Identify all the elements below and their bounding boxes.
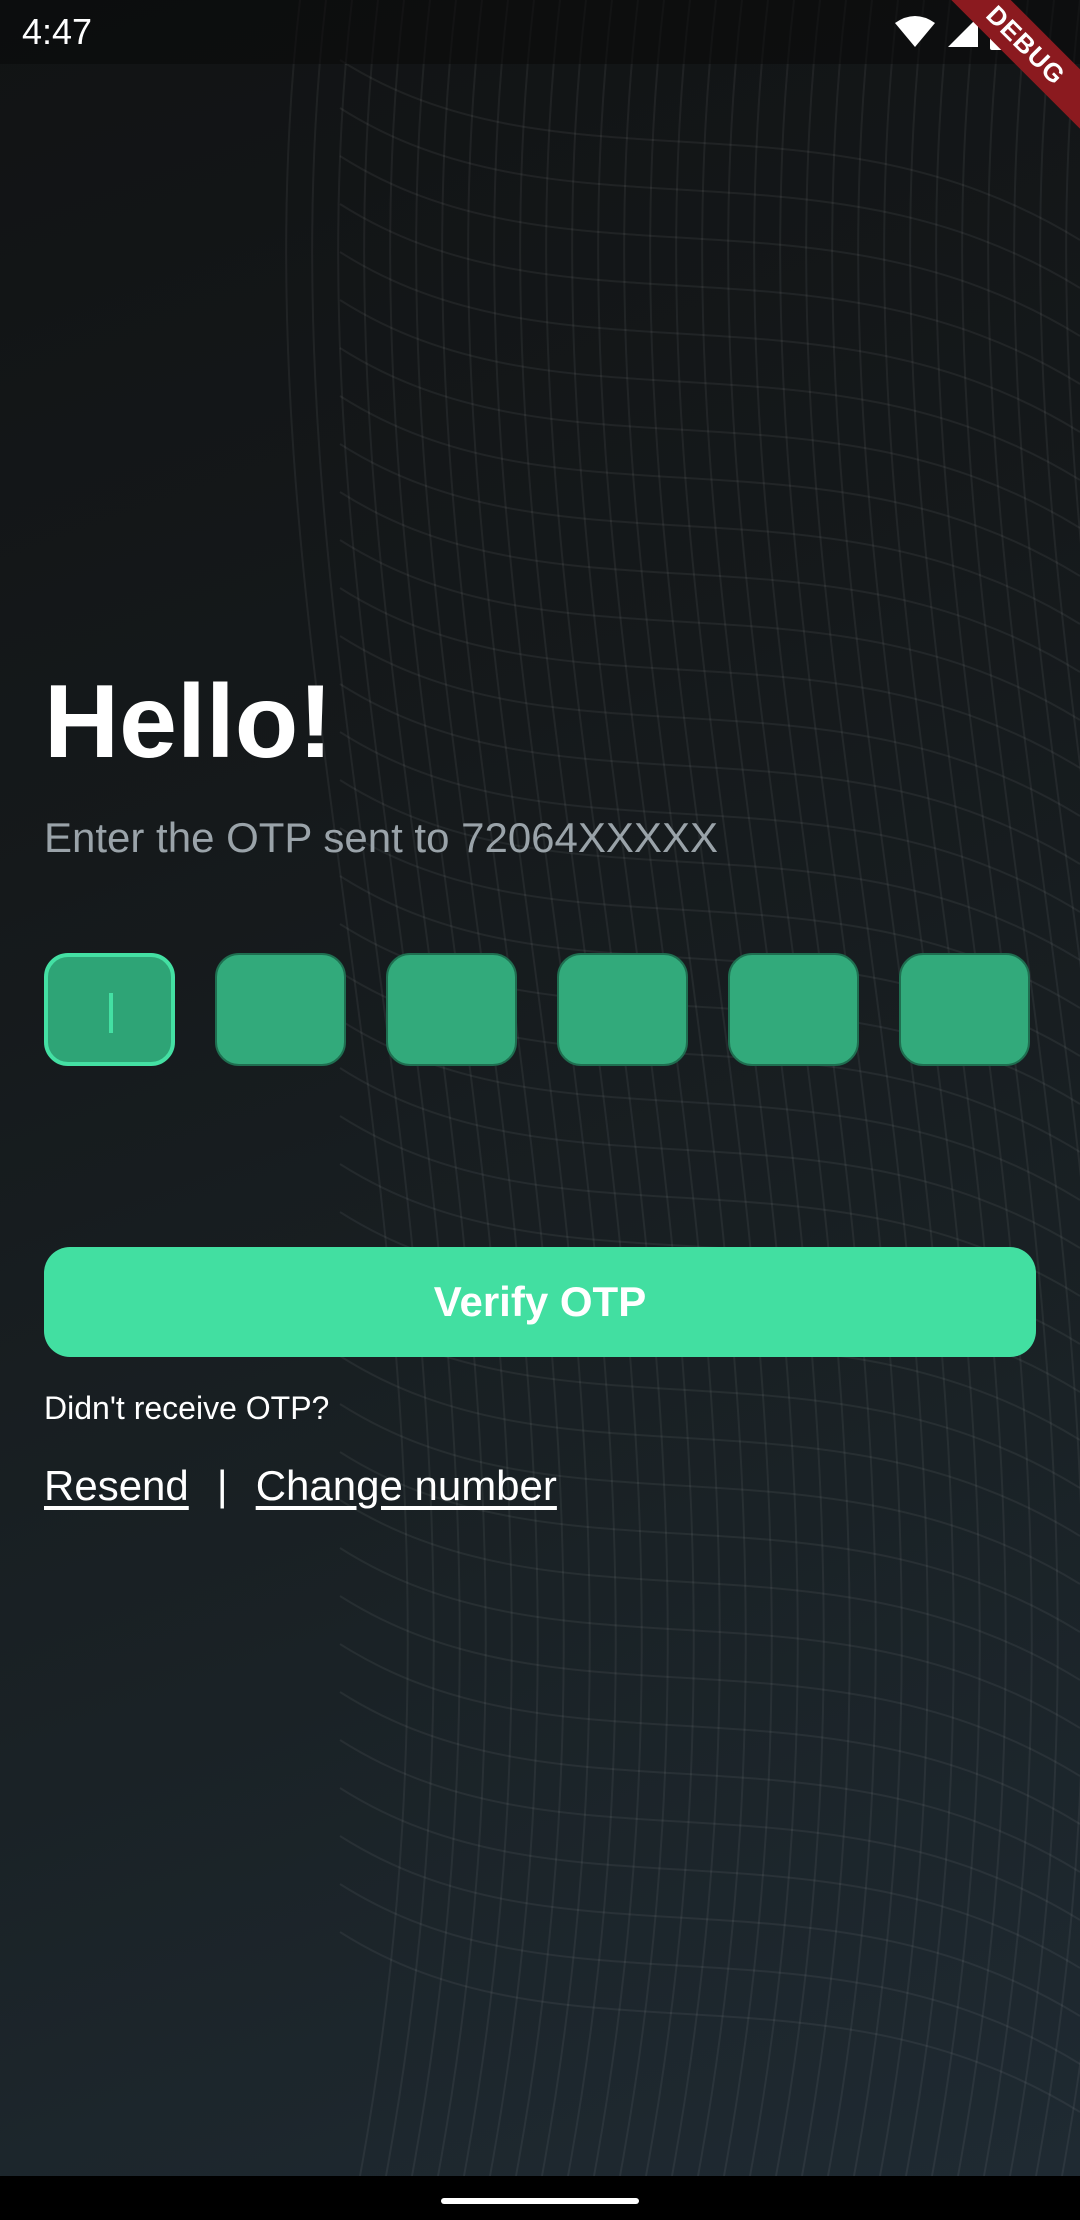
didnt-receive-label: Didn't receive OTP? — [44, 1390, 330, 1426]
page-title: Hello! — [44, 664, 333, 780]
status-time: 4:47 — [22, 11, 93, 52]
otp-actions: Resend | Change number — [44, 1460, 557, 1512]
otp-digit-4[interactable] — [557, 953, 688, 1066]
otp-digit-6[interactable] — [899, 953, 1030, 1066]
link-separator: | — [216, 1462, 228, 1509]
otp-digit-3[interactable] — [386, 953, 517, 1066]
home-gesture-handle[interactable] — [441, 2198, 639, 2204]
otp-digit-5[interactable] — [728, 953, 859, 1066]
resend-link[interactable]: Resend — [44, 1460, 189, 1512]
otp-instructions: Enter the OTP sent to 72064XXXXX — [44, 814, 718, 861]
otp-digit-2[interactable] — [215, 953, 346, 1066]
mesh-graphic — [285, 0, 1080, 2176]
otp-input-row — [44, 953, 1036, 1070]
status-bar: 4:47 DEBUG — [0, 0, 1080, 145]
otp-digit-1[interactable] — [44, 953, 175, 1066]
navigation-bar — [0, 2176, 1080, 2220]
background-pattern — [0, 0, 1080, 2176]
change-number-link[interactable]: Change number — [256, 1460, 557, 1512]
wifi-icon — [894, 15, 936, 54]
verify-otp-button[interactable]: Verify OTP — [44, 1247, 1036, 1357]
text-cursor — [109, 993, 113, 1033]
